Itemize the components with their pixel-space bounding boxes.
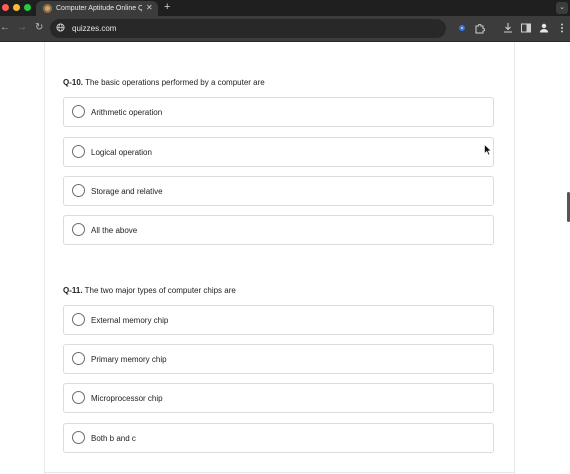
option-label: All the above [91, 226, 138, 235]
radio-button[interactable] [72, 391, 85, 404]
back-arrow-icon[interactable]: ← [0, 21, 10, 35]
radio-button[interactable] [72, 184, 85, 197]
radio-button[interactable] [72, 105, 85, 118]
url-text[interactable]: quizzes.com [72, 22, 116, 35]
question-number: Q-11. [63, 286, 83, 295]
right-gutter [514, 42, 570, 474]
mouse-pointer-icon [484, 144, 492, 156]
browser-window: Computer Aptitude Online Q ✕ + ⌄ ← → ↻ q… [0, 0, 570, 474]
page-viewport: Q-10. The basic operations performed by … [0, 42, 570, 474]
extension-icon[interactable] [456, 22, 468, 34]
left-gutter [0, 42, 45, 474]
tab-search-button[interactable]: ⌄ [556, 2, 568, 14]
profile-icon[interactable] [538, 22, 550, 34]
site-info-icon[interactable] [56, 23, 65, 32]
reload-icon[interactable]: ↻ [35, 21, 43, 35]
radio-button[interactable] [72, 431, 85, 444]
question-number: Q-10. [63, 78, 84, 87]
side-panel-icon[interactable] [520, 22, 532, 34]
answer-option[interactable]: All the above [63, 215, 494, 245]
option-label: Both b and c [91, 434, 136, 443]
question-title: Q-11. The two major types of computer ch… [63, 285, 236, 296]
forward-arrow-icon[interactable]: → [17, 21, 27, 35]
answer-option[interactable]: Primary memory chip [63, 344, 494, 374]
window-zoom-dot[interactable] [24, 4, 31, 11]
answer-option[interactable]: External memory chip [63, 305, 494, 335]
browser-toolbar: ← → ↻ quizzes.com [0, 16, 570, 42]
answer-option[interactable]: Arithmetic operation [63, 97, 494, 127]
page-bottom-border [44, 472, 514, 473]
tab-active[interactable]: Computer Aptitude Online Q ✕ [36, 1, 158, 16]
answer-option[interactable]: Microprocessor chip [63, 383, 494, 413]
radio-button[interactable] [72, 223, 85, 236]
more-menu-icon[interactable] [556, 22, 568, 34]
question-text: The basic operations performed by a comp… [83, 78, 265, 87]
new-tab-button[interactable]: + [164, 0, 170, 15]
option-label: Storage and relative [91, 187, 163, 196]
download-icon[interactable] [502, 22, 514, 34]
option-label: External memory chip [91, 316, 169, 325]
tab-strip: Computer Aptitude Online Q ✕ + ⌄ [0, 0, 570, 16]
tab-close-icon[interactable]: ✕ [146, 2, 153, 14]
tab-title: Computer Aptitude Online Q [56, 5, 142, 12]
radio-button[interactable] [72, 352, 85, 365]
option-label: Primary memory chip [91, 355, 167, 364]
answer-option[interactable]: Storage and relative [63, 176, 494, 206]
answer-option[interactable]: Both b and c [63, 423, 494, 453]
site-favicon-icon [43, 4, 52, 13]
option-label: Logical operation [91, 148, 152, 157]
window-minimize-dot[interactable] [13, 4, 20, 11]
radio-button[interactable] [72, 313, 85, 326]
radio-button[interactable] [72, 145, 85, 158]
option-label: Arithmetic operation [91, 108, 163, 117]
answer-option[interactable]: Logical operation [63, 137, 494, 167]
window-close-dot[interactable] [2, 4, 9, 11]
puzzle-icon[interactable] [474, 22, 486, 34]
address-bar[interactable]: quizzes.com [50, 19, 446, 38]
question-title: Q-10. The basic operations performed by … [63, 77, 265, 88]
question-text: The two major types of computer chips ar… [82, 286, 236, 295]
option-label: Microprocessor chip [91, 394, 163, 403]
